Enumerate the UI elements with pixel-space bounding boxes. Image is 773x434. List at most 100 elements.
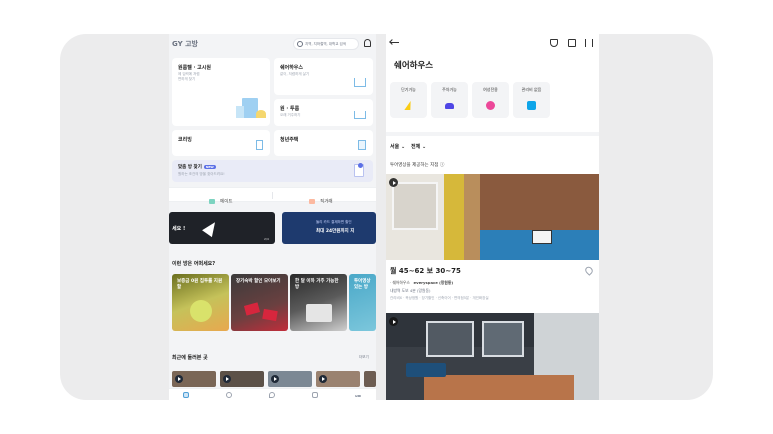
card-oneroom-goshiwon[interactable]: 원룸텔 · 고시원 에 입력에 저렴 편하게 찾기 <box>172 58 270 126</box>
bookshelf <box>392 182 438 230</box>
promo-text: 둘리 카드 결제하면 할인 <box>316 220 352 224</box>
promo-banner-left[interactable]: 세요 ! 2/4 <box>169 212 275 244</box>
lightning-icon <box>404 101 414 110</box>
shield-icon[interactable] <box>550 39 558 47</box>
listing-title-row: · 쉐어하우스 everyspace (망원동) <box>390 280 454 285</box>
filter-sliders-icon[interactable] <box>585 39 593 47</box>
handshake-icon <box>309 199 315 204</box>
mate-icon <box>209 199 215 204</box>
wooden-table <box>424 375 574 400</box>
screenshot-frame: GY 고방 지역, 지하철역, 대학교 검색 원룸텔 · 고시원 에 입력에 저… <box>60 34 713 400</box>
feature-parking[interactable]: 주차거능 <box>431 82 468 118</box>
listing-photo[interactable] <box>386 174 599 260</box>
tab-mate[interactable]: 메이트 <box>209 191 233 210</box>
feature-label: 단기거능 <box>401 87 416 92</box>
card-title: 원 · 투룸 <box>280 106 300 112</box>
window <box>426 321 474 357</box>
document-icon <box>358 140 366 150</box>
heart-icon[interactable] <box>583 265 595 276</box>
document-icon[interactable] <box>312 392 318 398</box>
listing-price: 월 45~62 보 30~75 <box>390 267 461 275</box>
promo-text: 최대 24만원까지 지 <box>316 229 355 234</box>
bottom-nav <box>169 388 376 400</box>
sale-tag-icon <box>243 302 261 316</box>
tour-section-label: 투어영상을 제공하는 지점 ⓘ <box>390 163 445 168</box>
recent-room-thumb[interactable] <box>172 371 216 387</box>
card-coliving[interactable]: 코리빙 <box>172 130 270 156</box>
mate-direct-tabs: 메이트 직거래 <box>169 187 376 205</box>
search-placeholder: 지역, 지하철역, 대학교 검색 <box>305 42 346 46</box>
home-icon[interactable] <box>183 392 189 398</box>
listing-name: everyspace (망원동) <box>413 280 454 285</box>
feature-label: 주차거능 <box>442 87 457 92</box>
feature-no-maintenance-fee[interactable]: 관리비 없음 <box>513 82 550 118</box>
recommend-title: 보증금 0원 집투를 지원할 <box>177 279 223 290</box>
play-icon <box>175 375 183 383</box>
blue-chair <box>406 363 446 377</box>
tree-icon <box>256 110 266 118</box>
map-pin-icon[interactable] <box>269 392 275 398</box>
recent-room-thumb[interactable] <box>364 371 376 387</box>
listing-type: 쉐어하우스 <box>392 280 410 285</box>
tab-label: 메이트 <box>220 199 233 205</box>
more-icon[interactable] <box>355 395 361 397</box>
tab-divider <box>272 192 273 199</box>
feature-label: 관리비 없음 <box>521 87 542 92</box>
cursor-icon <box>202 218 220 238</box>
play-icon <box>389 317 398 326</box>
frame-picture <box>532 230 552 244</box>
feature-women-only[interactable]: 여성전용 <box>472 82 509 118</box>
recommend-title: 투어영상 있는 방 <box>354 279 371 290</box>
card-title: 청년주택 <box>280 137 299 143</box>
play-icon <box>319 375 327 383</box>
recent-room-thumb[interactable] <box>220 371 264 387</box>
house-icon <box>354 78 366 87</box>
listing-photo[interactable] <box>386 313 599 400</box>
promo-banner-right[interactable]: 둘리 카드 결제하면 할인 최대 24만원까지 지 <box>282 212 376 244</box>
search-input[interactable]: 지역, 지하철역, 대학교 검색 <box>293 38 359 50</box>
card-title: 코리빙 <box>178 137 192 143</box>
recommend-card[interactable]: 투어영상 있는 방 <box>349 274 376 331</box>
card-sub: 같이, 저렴하게 살기 <box>280 72 310 76</box>
feature-short-term[interactable]: 단기거능 <box>390 82 427 118</box>
recent-room-thumb[interactable] <box>316 371 360 387</box>
recommend-card[interactable]: 한 달 이하 거주 가능한 방 <box>290 274 347 331</box>
building-illustration-icon <box>236 106 244 118</box>
building-icon <box>256 140 263 150</box>
recommend-title: 한 달 이하 거주 가능한 방 <box>295 279 339 290</box>
card-youth-housing[interactable]: 청년주택 <box>274 130 373 156</box>
play-icon <box>389 178 398 187</box>
recent-room-thumb[interactable] <box>268 371 312 387</box>
card-title: 쉐어하우스 <box>280 65 304 71</box>
filter-region[interactable]: 서울 ⌄ <box>390 143 405 150</box>
section-title: 이런 방은 어떠세요? <box>172 261 216 267</box>
banner-sub: 원하는 조건의 방을 찾아드려요! <box>178 172 225 176</box>
play-icon <box>271 375 279 383</box>
card-one-two-room[interactable]: 원 · 투룸 오래 거주하기 <box>274 99 373 126</box>
promo-page-indicator: 2/4 <box>264 237 269 241</box>
filter-all[interactable]: 전체 ⌄ <box>411 143 426 150</box>
sale-tag-icon <box>262 308 278 322</box>
bell-icon[interactable] <box>364 39 371 47</box>
more-link[interactable]: 더보기 <box>359 355 369 360</box>
share-icon[interactable] <box>568 39 576 47</box>
banner-title: 맞춤 방 찾기 NEW <box>178 164 216 170</box>
back-arrow-icon[interactable] <box>389 38 399 46</box>
tab-label: 직거래 <box>320 199 333 205</box>
listing-tags: 관리비X · 옥상정원 · 장기할인 · 신축이어 · 편의점5분 · 개인화장… <box>390 296 489 300</box>
card-sub: 오래 거주하기 <box>280 113 301 117</box>
recommend-card[interactable]: 보증금 0원 집투를 지원할 <box>172 274 229 331</box>
tab-direct[interactable]: 직거래 <box>309 191 333 210</box>
sharehouse-screen: 쉐어하우스 단기거능 주차거능 여성전용 관리비 없음 서울 ⌄ 전체 ⌄ 투어… <box>386 34 599 400</box>
custom-search-banner[interactable]: 맞춤 방 찾기 NEW 원하는 조건의 방을 찾아드려요! <box>172 160 373 182</box>
window <box>482 321 524 357</box>
car-icon <box>445 103 454 109</box>
recommend-card[interactable]: 장기숙박 할인 모아보기 <box>231 274 288 331</box>
play-icon <box>223 375 231 383</box>
page-title: 쉐어하우스 <box>394 61 434 71</box>
card-sharehouse[interactable]: 쉐어하우스 같이, 저렴하게 살기 <box>274 58 373 95</box>
calendar-icon <box>306 304 332 322</box>
home-screen: GY 고방 지역, 지하철역, 대학교 검색 원룸텔 · 고시원 에 입력에 저… <box>169 34 376 400</box>
heart-icon[interactable] <box>226 392 232 398</box>
coin-plant-icon <box>190 300 212 322</box>
